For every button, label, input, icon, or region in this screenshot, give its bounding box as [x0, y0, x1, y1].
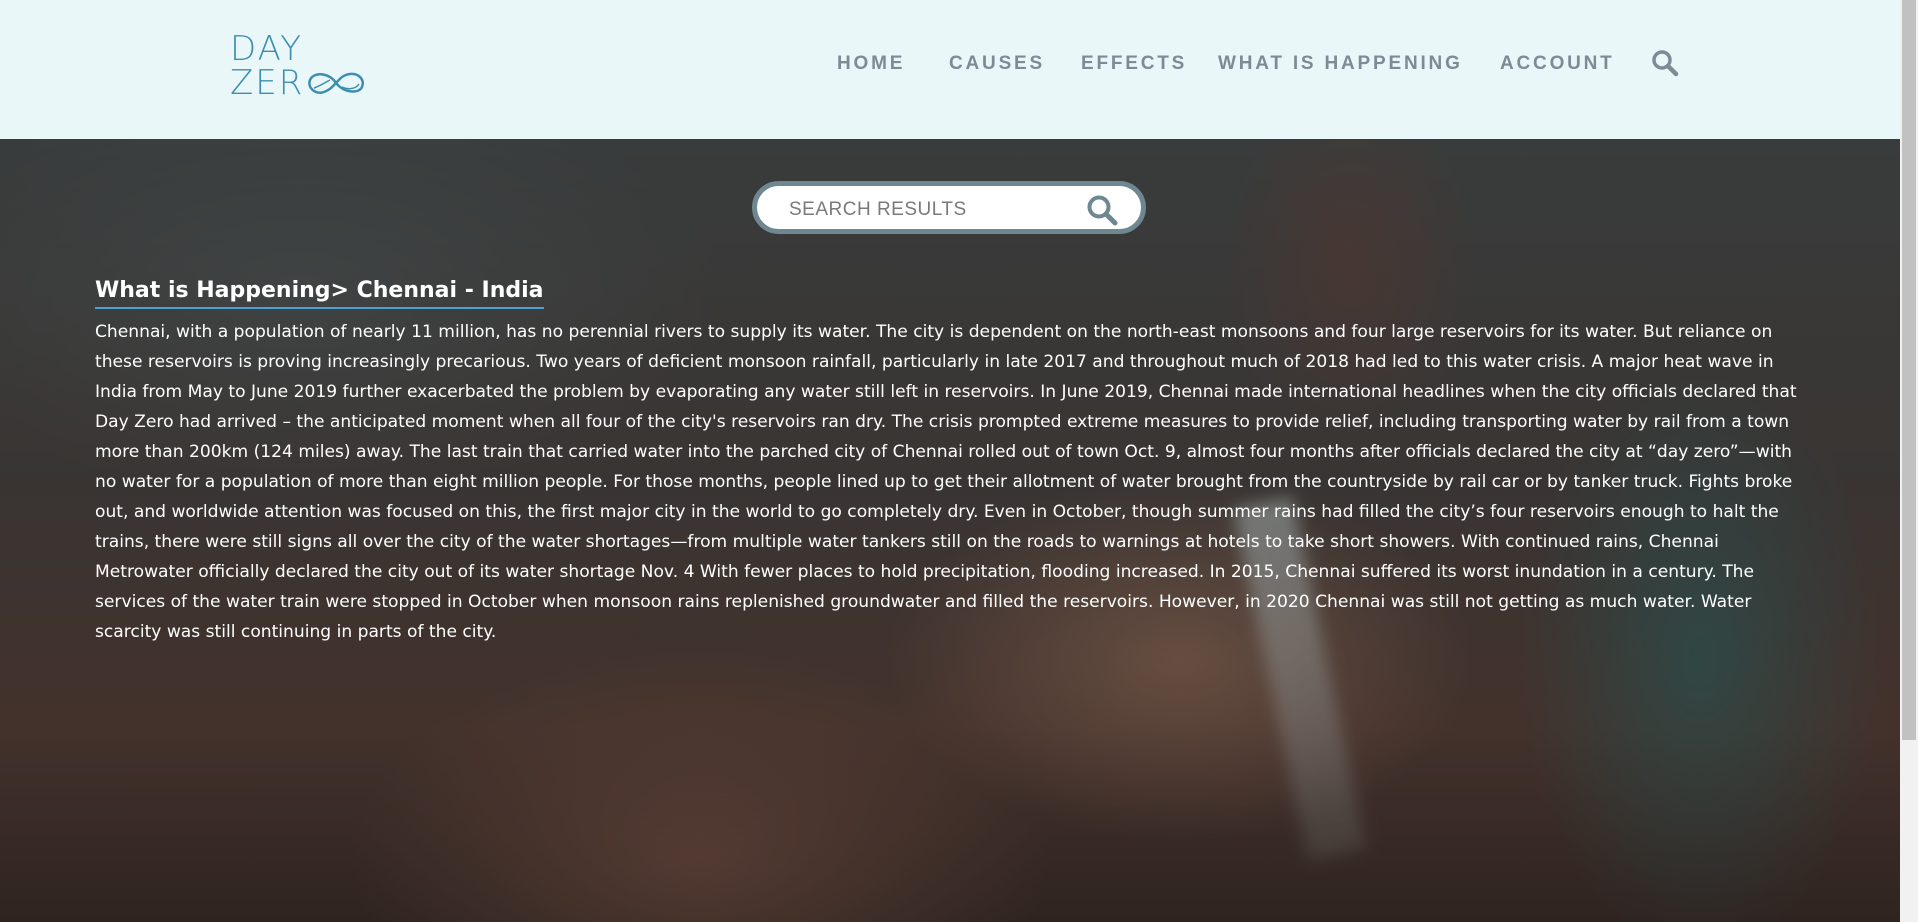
nav-home[interactable]: HOME: [837, 53, 905, 75]
article-body: Chennai, with a population of nearly 11 …: [95, 322, 1797, 642]
scrollbar-thumb[interactable]: [1902, 0, 1916, 740]
search-results-box: [752, 181, 1146, 234]
logo-line-zero: ZER: [230, 63, 305, 103]
breadcrumb[interactable]: What is Happening> Chennai - India: [95, 276, 544, 309]
infinity-icon: [308, 72, 364, 94]
page-scrollbar[interactable]: [1900, 0, 1918, 922]
nav-effects[interactable]: EFFECTS: [1081, 53, 1187, 75]
article-content: What is Happening> Chennai - India Chenn…: [95, 276, 1805, 647]
nav-causes[interactable]: CAUSES: [949, 53, 1045, 75]
search-input[interactable]: [787, 194, 1091, 226]
logo-line-day: DAY: [230, 29, 303, 69]
search-icon[interactable]: [1085, 194, 1119, 226]
search-icon[interactable]: [1651, 49, 1679, 77]
nav-what-is-happening[interactable]: WHAT IS HAPPENING: [1218, 53, 1463, 75]
site-header: DAY ZER HOME CAUSES EFFECTS WHAT IS HAPP…: [0, 0, 1900, 139]
day-zero-logo[interactable]: DAY ZER: [230, 30, 370, 102]
nav-account[interactable]: ACCOUNT: [1500, 53, 1615, 75]
